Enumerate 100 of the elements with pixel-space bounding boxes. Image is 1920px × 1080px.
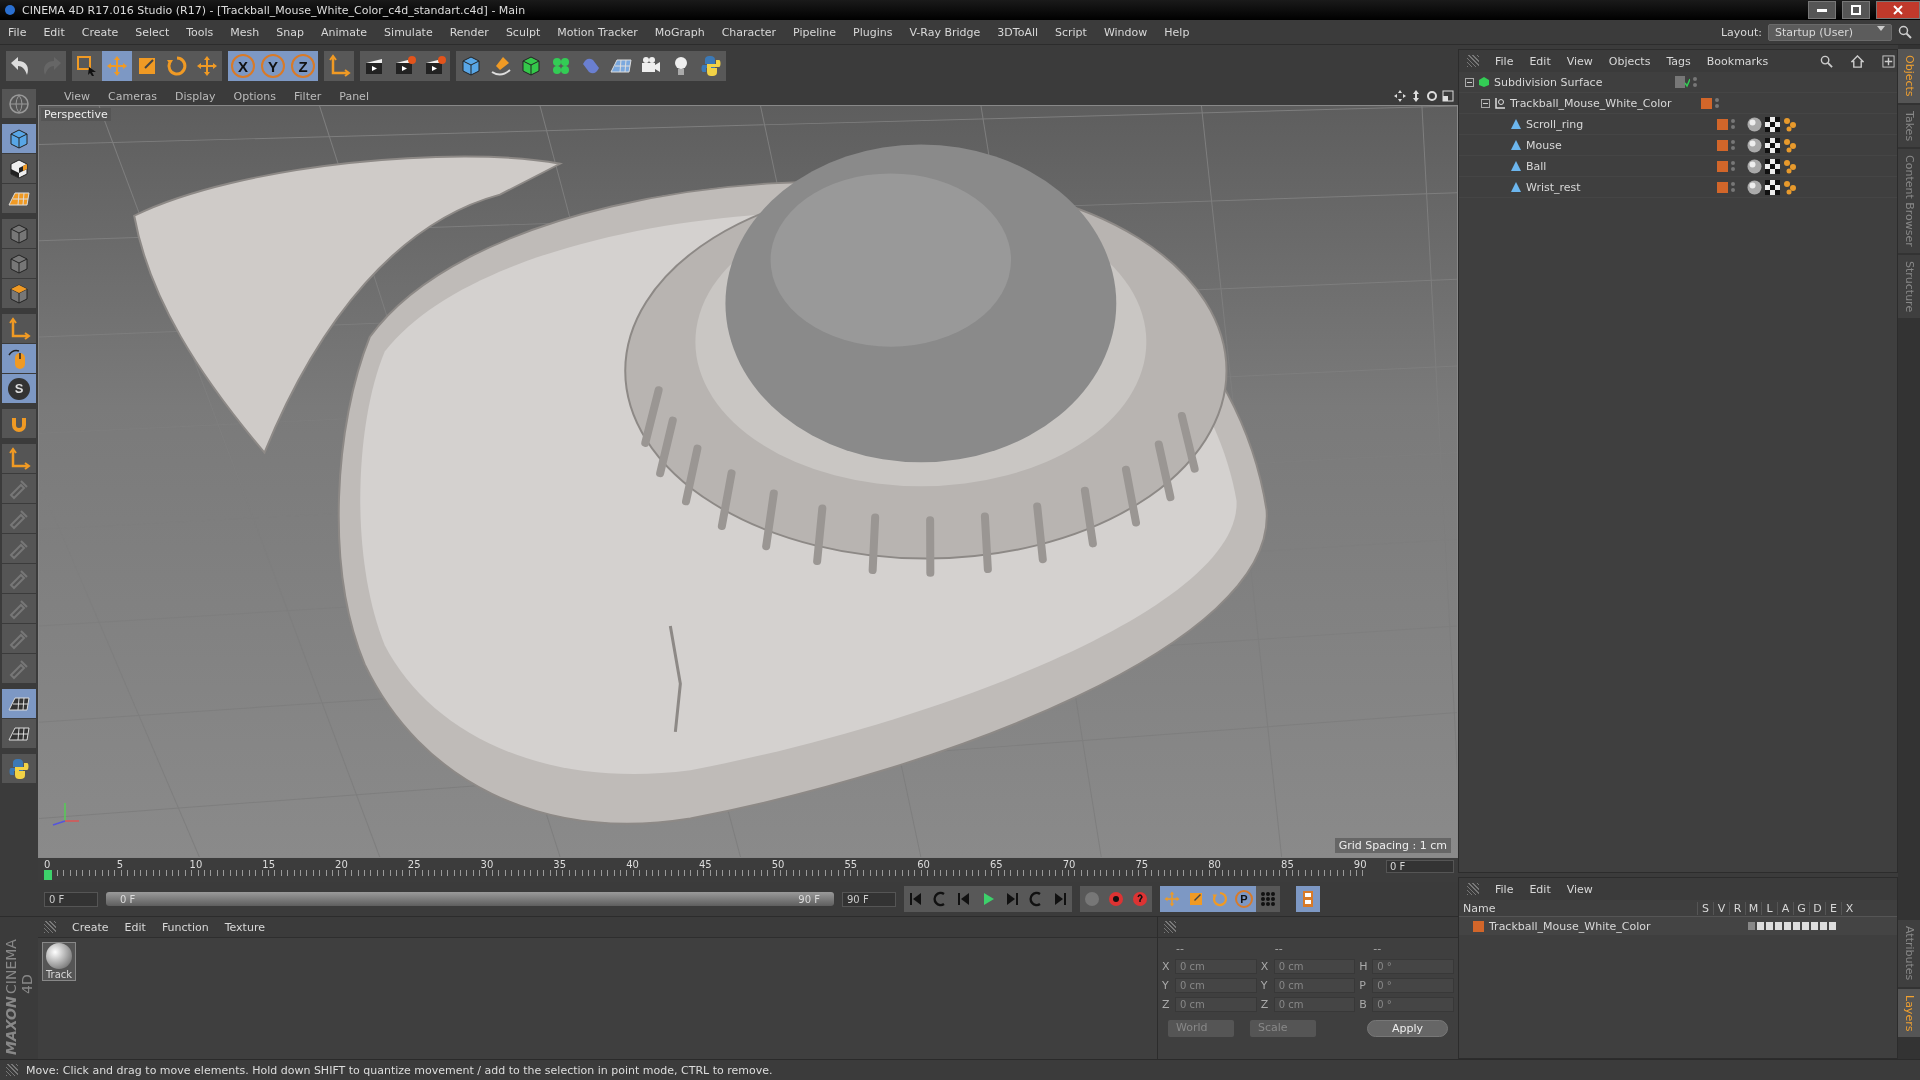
menu-item[interactable]: View bbox=[1566, 882, 1593, 896]
menu-item[interactable]: Cameras bbox=[108, 89, 157, 103]
start-frame-field[interactable]: 0 F bbox=[44, 891, 98, 907]
material-swatch[interactable]: Track bbox=[42, 942, 76, 981]
menu-item[interactable]: View bbox=[1566, 54, 1593, 68]
material-tag-icon[interactable] bbox=[1747, 158, 1762, 174]
dots-tag-icon[interactable] bbox=[1783, 158, 1798, 174]
object-name[interactable]: Ball bbox=[1526, 159, 1547, 173]
rotate-icon[interactable] bbox=[1426, 90, 1438, 102]
playback-button[interactable] bbox=[1048, 886, 1072, 912]
menu-item[interactable]: File bbox=[1495, 54, 1514, 68]
maximize-button[interactable] bbox=[1842, 1, 1870, 19]
visibility-dots[interactable] bbox=[1731, 140, 1735, 150]
menu-item[interactable]: Texture bbox=[224, 920, 265, 934]
menu-item[interactable]: Tags bbox=[1666, 54, 1691, 68]
current-frame-field[interactable]: 0 F bbox=[1386, 860, 1454, 873]
material-tag-icon[interactable] bbox=[1747, 116, 1762, 132]
axis-lock-button[interactable]: Y bbox=[258, 51, 288, 81]
checker-tag-icon[interactable] bbox=[1765, 179, 1780, 195]
menu-item[interactable]: Snap bbox=[276, 25, 304, 39]
menu-item[interactable]: Objects bbox=[1608, 54, 1651, 68]
checker-tag-icon[interactable] bbox=[1765, 137, 1780, 153]
dots-tag-icon[interactable] bbox=[1783, 137, 1798, 153]
toolbar-button[interactable] bbox=[360, 51, 390, 81]
object-name[interactable]: Mouse bbox=[1526, 138, 1562, 152]
visibility-dots[interactable] bbox=[1693, 77, 1697, 87]
apply-button[interactable]: Apply bbox=[1366, 1020, 1448, 1037]
side-tab[interactable]: Objects bbox=[1898, 49, 1920, 103]
plus-icon[interactable] bbox=[1882, 54, 1895, 68]
menu-item[interactable]: Render bbox=[449, 25, 489, 39]
menu-item[interactable]: Character bbox=[721, 25, 776, 39]
panel-grip[interactable] bbox=[6, 1064, 18, 1076]
object-name[interactable]: Subdivision Surface bbox=[1494, 75, 1603, 89]
move-icon[interactable] bbox=[1394, 90, 1406, 102]
object-name[interactable]: Trackball_Mouse_White_Color bbox=[1510, 96, 1672, 110]
viewport[interactable]: Perspective Grid Spacing : 1 cm bbox=[38, 105, 1458, 858]
panel-grip[interactable] bbox=[1467, 55, 1479, 67]
column-header[interactable]: R bbox=[1729, 901, 1745, 915]
menu-item[interactable]: Plugins bbox=[853, 25, 893, 39]
menu-item[interactable]: Panel bbox=[339, 89, 369, 103]
menu-item[interactable]: View bbox=[64, 89, 91, 103]
menu-item[interactable]: 3DToAll bbox=[997, 25, 1038, 39]
maximize-view-icon[interactable] bbox=[1442, 90, 1454, 102]
menu-item[interactable]: Filter bbox=[294, 89, 322, 103]
menu-item[interactable]: Simulate bbox=[384, 25, 433, 39]
side-tab[interactable]: Layers bbox=[1898, 988, 1920, 1037]
layout-dropdown[interactable]: Startup (User) bbox=[1768, 23, 1892, 41]
end-frame-field[interactable]: 90 F bbox=[842, 891, 896, 907]
autokey-button[interactable] bbox=[1128, 886, 1152, 912]
menu-item[interactable]: Animate bbox=[321, 25, 368, 39]
material-tag-icon[interactable] bbox=[1747, 137, 1762, 153]
menu-item[interactable]: Select bbox=[135, 25, 170, 39]
menu-item[interactable]: Edit bbox=[124, 920, 146, 934]
visibility-dots[interactable] bbox=[1731, 182, 1735, 192]
column-header[interactable]: A bbox=[1777, 901, 1793, 915]
panel-grip[interactable] bbox=[44, 921, 56, 933]
menu-item[interactable]: Bookmarks bbox=[1706, 54, 1769, 68]
menu-item[interactable]: Edit bbox=[1529, 882, 1551, 896]
dots-tag-icon[interactable] bbox=[1783, 179, 1798, 195]
tool-button[interactable] bbox=[2, 719, 36, 748]
tool-button[interactable] bbox=[2, 689, 36, 718]
menu-item[interactable]: Help bbox=[1164, 25, 1190, 39]
panel-grip[interactable] bbox=[1164, 921, 1176, 933]
visibility-dots[interactable] bbox=[1731, 161, 1735, 171]
vertical-arrows-icon[interactable] bbox=[1410, 90, 1422, 102]
axis-lock-button[interactable]: Z bbox=[288, 51, 318, 81]
menu-item[interactable]: MoGraph bbox=[654, 25, 705, 39]
column-header[interactable]: S bbox=[1697, 901, 1713, 915]
home-icon[interactable] bbox=[1851, 54, 1864, 68]
column-header[interactable]: Name bbox=[1459, 901, 1697, 915]
point-level-button[interactable] bbox=[1256, 886, 1280, 912]
object-name[interactable]: Wrist_rest bbox=[1526, 180, 1581, 194]
menu-item[interactable]: Edit bbox=[43, 25, 65, 39]
column-header[interactable]: L bbox=[1761, 901, 1777, 915]
visibility-dots[interactable] bbox=[1715, 98, 1719, 108]
collapse-toggle[interactable] bbox=[1481, 98, 1490, 108]
search-icon[interactable] bbox=[1898, 25, 1912, 39]
menu-item[interactable]: Pipeline bbox=[793, 25, 837, 39]
visibility-dots[interactable] bbox=[1731, 119, 1735, 129]
toolbar-button[interactable] bbox=[420, 51, 450, 81]
material-tag-icon[interactable] bbox=[1747, 179, 1762, 195]
menu-item[interactable]: Motion Tracker bbox=[557, 25, 638, 39]
tool-button[interactable]: S bbox=[2, 374, 36, 403]
column-header[interactable]: M bbox=[1745, 901, 1761, 915]
playback-button[interactable] bbox=[904, 886, 928, 912]
menu-item[interactable]: File bbox=[8, 25, 27, 39]
menu-item[interactable]: Function bbox=[161, 920, 209, 934]
column-header[interactable]: X bbox=[1841, 901, 1857, 915]
menu-item[interactable]: Edit bbox=[1529, 54, 1551, 68]
menu-item[interactable]: Display bbox=[175, 89, 216, 103]
timeline-button[interactable] bbox=[1296, 886, 1320, 912]
layer-flag-icons-drawing[interactable] bbox=[1747, 921, 1837, 931]
column-header[interactable]: G bbox=[1793, 901, 1809, 915]
column-header[interactable]: V bbox=[1713, 901, 1729, 915]
checker-tag-icon[interactable] bbox=[1765, 116, 1780, 132]
menu-item[interactable]: Window bbox=[1103, 25, 1148, 39]
menu-item[interactable]: Options bbox=[233, 89, 276, 103]
menu-item[interactable]: Tools bbox=[186, 25, 214, 39]
parameter-key-button[interactable]: P bbox=[1232, 886, 1256, 912]
menu-item[interactable]: V-Ray Bridge bbox=[909, 25, 981, 39]
